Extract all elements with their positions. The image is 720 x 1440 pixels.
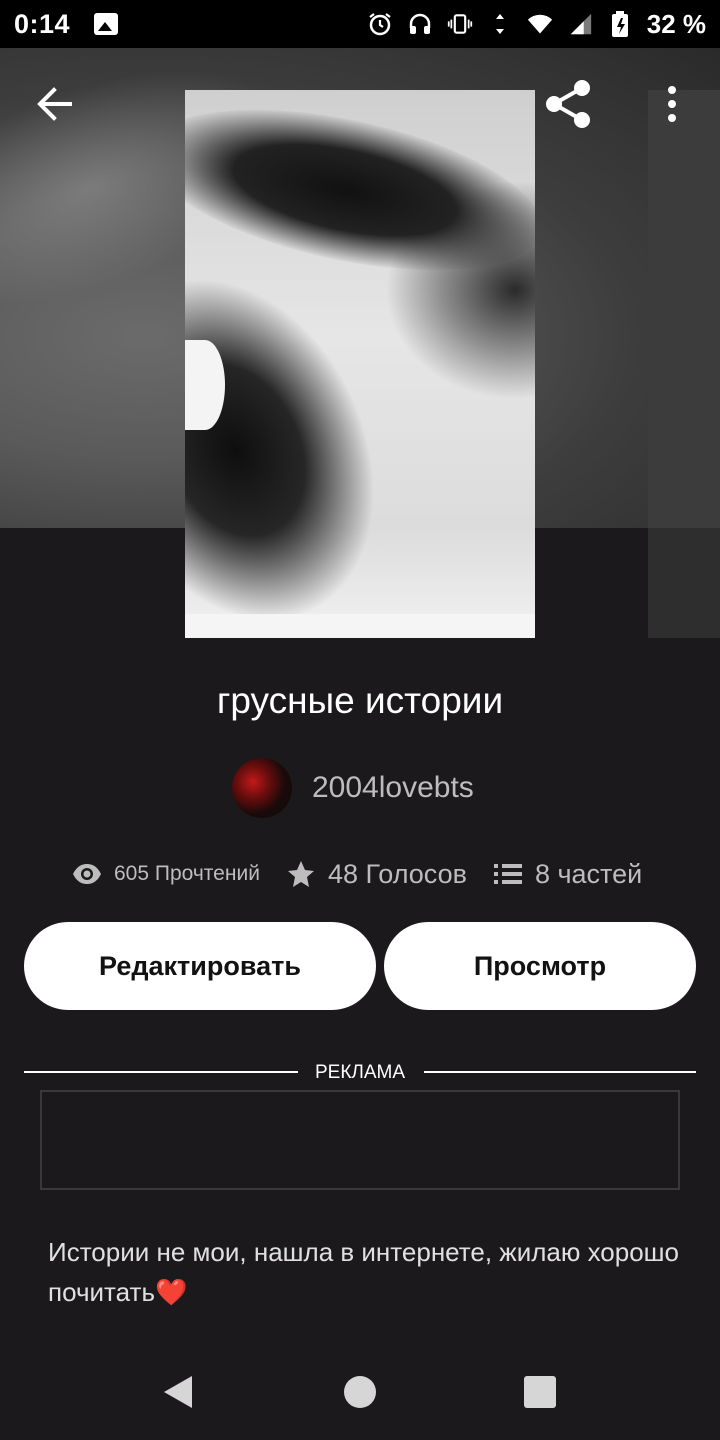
author-name: 2004lovebts [312,771,474,804]
share-button[interactable] [542,78,594,130]
more-options-button[interactable] [660,84,684,124]
ad-label: РЕКЛАМА [314,1062,406,1083]
story-title: грусные истории [216,680,504,721]
signal-icon [567,11,593,37]
reads-stat: 605 Прочтений [72,859,260,889]
star-icon [286,859,316,889]
battery-percent: 32 % [646,8,706,39]
status-icons: 32 % [367,9,706,40]
parts-count: 8 частей [534,858,643,889]
wifi-icon [527,11,553,37]
story-stats: 605 Прочтений 48 Голосов 8 частей [72,852,642,896]
votes-count: 48 Голосов [327,858,467,889]
divider [424,1071,696,1073]
parts-stat[interactable]: 8 частей [493,859,642,890]
next-story-cover[interactable] [648,90,720,638]
back-button[interactable] [34,84,78,124]
more-vertical-icon [668,86,676,122]
eye-icon [72,859,102,889]
avatar [232,758,292,818]
vibrate-icon [447,11,473,37]
system-nav-bar [0,1352,720,1440]
nav-recents-icon[interactable] [524,1376,556,1408]
alarm-icon [367,11,393,37]
share-icon [546,80,590,128]
gallery-icon [94,13,119,35]
data-arrows-icon [487,11,513,37]
status-time: 0:14 [14,8,71,39]
story-description: Истории не мои, нашла в интернете, жилаю… [48,1237,679,1307]
headphones-icon [407,11,433,37]
nav-back-icon[interactable] [162,1374,194,1415]
author-link[interactable]: 2004lovebts [232,758,474,818]
list-icon [493,859,523,889]
preview-button[interactable]: Просмотр [384,922,696,1010]
ad-separator: РЕКЛАМА [24,1060,696,1084]
votes-stat: 48 Голосов [286,859,467,890]
story-cover [185,90,535,638]
battery-icon [607,11,633,37]
arrow-left-icon [37,87,72,121]
reads-count: 605 Прочтений [114,862,260,885]
nav-home-icon[interactable] [344,1376,376,1408]
ad-banner[interactable] [40,1090,680,1190]
status-bar: 0:14 32 % [0,0,720,48]
edit-button[interactable]: Редактировать [24,922,376,1010]
